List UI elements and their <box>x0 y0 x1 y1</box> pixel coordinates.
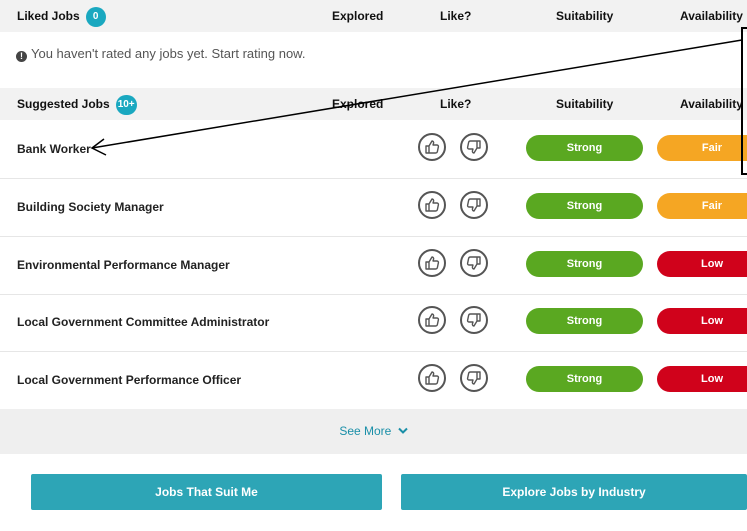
suitability-badge: Strong <box>526 135 643 161</box>
job-title[interactable]: Bank Worker <box>17 120 91 178</box>
explore-jobs-by-industry-button[interactable]: Explore Jobs by Industry <box>401 474 747 510</box>
suitability-badge: Strong <box>526 192 643 219</box>
chevron-down-icon <box>397 427 408 434</box>
job-title[interactable]: Building Society Manager <box>17 178 164 236</box>
info-icon: ! <box>16 51 27 62</box>
thumbs-up-button[interactable] <box>418 133 446 161</box>
job-row[interactable]: Environmental Performance Manager Strong… <box>0 236 747 295</box>
thumbs-up-icon <box>425 140 440 154</box>
thumbs-up-icon <box>425 313 440 328</box>
liked-jobs-header: Liked Jobs 0 Explored Like? Suitability A… <box>0 0 747 32</box>
thumbs-up-icon <box>425 255 440 270</box>
suggested-count-badge: 10+ <box>115 94 137 115</box>
thumbs-down-button[interactable] <box>460 364 488 393</box>
liked-count-badge: 0 <box>85 6 106 27</box>
thumbs-down-button[interactable] <box>460 133 488 161</box>
thumbs-down-icon <box>466 313 481 328</box>
col-explored: Explored <box>332 9 384 23</box>
col-explored: Explored <box>332 97 384 111</box>
col-like: Like? <box>440 97 472 111</box>
thumbs-up-button[interactable] <box>418 306 446 335</box>
liked-jobs-title: Liked Jobs 0 <box>17 0 106 32</box>
job-title[interactable]: Local Government Performance Officer <box>17 351 241 409</box>
job-row[interactable]: Bank Worker Strong Fair <box>0 120 747 179</box>
col-suitability: Suitability <box>556 97 614 111</box>
availability-badge: Fair <box>657 192 747 219</box>
see-more-button[interactable]: See More <box>0 409 747 454</box>
job-row[interactable]: Local Government Performance Officer Str… <box>0 351 747 411</box>
thumbs-down-icon <box>466 255 481 270</box>
suitability-badge: Strong <box>526 366 643 393</box>
job-title[interactable]: Environmental Performance Manager <box>17 236 230 294</box>
thumbs-up-icon <box>425 198 440 212</box>
thumbs-down-button[interactable] <box>460 190 488 219</box>
liked-empty-message: ! You haven't rated any jobs yet. Start r… <box>16 46 305 62</box>
suitability-badge: Strong <box>526 308 643 335</box>
job-row[interactable]: Local Government Committee Administrator… <box>0 293 747 353</box>
availability-badge: Fair <box>657 135 747 161</box>
col-like: Like? <box>440 9 472 23</box>
col-suitability: Suitability <box>556 9 614 23</box>
suggested-jobs-title: Suggested Jobs 10+ <box>17 88 137 120</box>
thumbs-down-icon <box>466 140 481 154</box>
thumbs-up-icon <box>425 371 440 385</box>
thumbs-down-icon <box>466 198 481 212</box>
availability-badge: Low <box>657 366 747 393</box>
col-availability: Availability <box>680 97 743 111</box>
suitability-badge: Strong <box>526 250 643 277</box>
thumbs-down-icon <box>466 371 481 385</box>
suggested-jobs-header: Suggested Jobs 10+ Explored Like? Suitabi… <box>0 88 747 120</box>
thumbs-down-button[interactable] <box>460 306 488 335</box>
thumbs-up-button[interactable] <box>418 364 446 393</box>
thumbs-up-button[interactable] <box>418 190 446 219</box>
col-availability: Availability <box>680 9 743 23</box>
job-title[interactable]: Local Government Committee Administrator <box>17 293 269 351</box>
jobs-that-suit-me-button[interactable]: Jobs That Suit Me <box>31 474 382 510</box>
thumbs-down-button[interactable] <box>460 248 488 277</box>
thumbs-up-button[interactable] <box>418 248 446 277</box>
job-row[interactable]: Building Society Manager Strong Fair <box>0 178 747 237</box>
availability-badge: Low <box>657 308 747 335</box>
availability-badge: Low <box>657 250 747 277</box>
